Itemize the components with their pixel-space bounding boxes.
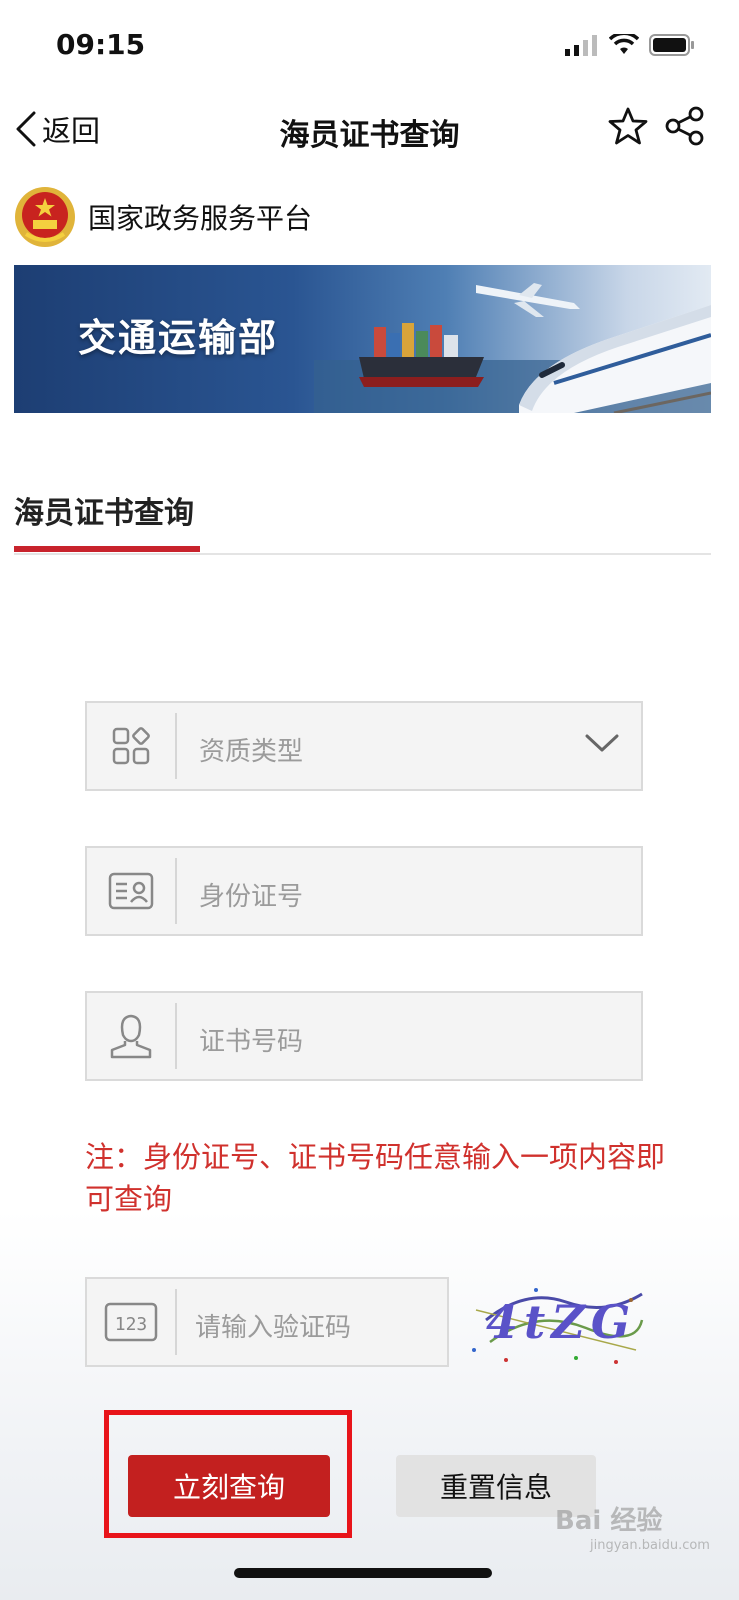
- field-separator: [175, 713, 177, 779]
- status-bar: 09:15: [0, 0, 739, 92]
- qualification-type-placeholder: 资质类型: [199, 737, 304, 767]
- captcha-text: 4tZG: [486, 1295, 636, 1349]
- qualification-type-select[interactable]: 资质类型: [85, 701, 643, 791]
- platform-name: 国家政务服务平台: [88, 202, 313, 235]
- star-icon[interactable]: [608, 106, 648, 146]
- banner-title: 交通运输部: [78, 316, 279, 360]
- watermark: Bai 经验: [555, 1506, 663, 1536]
- emblem-icon: [15, 187, 75, 247]
- ministry-banner: 交通运输部: [14, 265, 711, 413]
- watermark-sub: jingyan.baidu.com: [590, 1538, 710, 1553]
- captcha-image[interactable]: 4tZG: [466, 1280, 646, 1366]
- svg-text:123: 123: [115, 1314, 148, 1335]
- battery-icon: [649, 34, 694, 56]
- grid-icon-cell: [87, 703, 175, 789]
- id-number-input[interactable]: 身份证号: [85, 846, 643, 936]
- tab-divider: [14, 553, 711, 555]
- id-number-placeholder: 身份证号: [199, 882, 304, 912]
- person-icon-cell: [87, 993, 175, 1079]
- tab-seafarer-certificate-query[interactable]: 海员证书查询: [14, 488, 194, 532]
- annotation-highlight-box: [104, 1410, 352, 1538]
- person-icon: [110, 1014, 152, 1059]
- certificate-number-input[interactable]: 证书号码: [85, 991, 643, 1081]
- status-icons: [565, 34, 695, 56]
- share-icon[interactable]: [664, 106, 706, 146]
- query-note: 注：身份证号、证书号码任意输入一项内容即可查询: [85, 1140, 666, 1216]
- field-separator: [175, 1003, 177, 1069]
- field-separator: [175, 858, 177, 924]
- wifi-icon: [609, 34, 639, 54]
- id-card-icon: [108, 872, 154, 910]
- certificate-number-placeholder: 证书号码: [199, 1027, 304, 1057]
- field-separator: [175, 1289, 177, 1355]
- platform-header: 国家政务服务平台: [14, 186, 312, 248]
- tab-active-indicator: [14, 546, 200, 552]
- captcha-123-icon: 123: [104, 1302, 158, 1342]
- nav-bar: 返回 海员证书查询: [0, 92, 739, 172]
- signal-icon: [565, 35, 597, 56]
- home-indicator[interactable]: [234, 1568, 492, 1578]
- captcha-input[interactable]: 123 请输入验证码: [85, 1277, 449, 1367]
- chevron-down-icon[interactable]: [585, 731, 619, 755]
- captcha-icon-cell: 123: [87, 1279, 175, 1365]
- captcha-placeholder: 请输入验证码: [195, 1313, 352, 1343]
- id-card-icon-cell: [87, 848, 175, 934]
- grid-icon: [112, 727, 150, 765]
- status-time: 09:15: [56, 28, 146, 61]
